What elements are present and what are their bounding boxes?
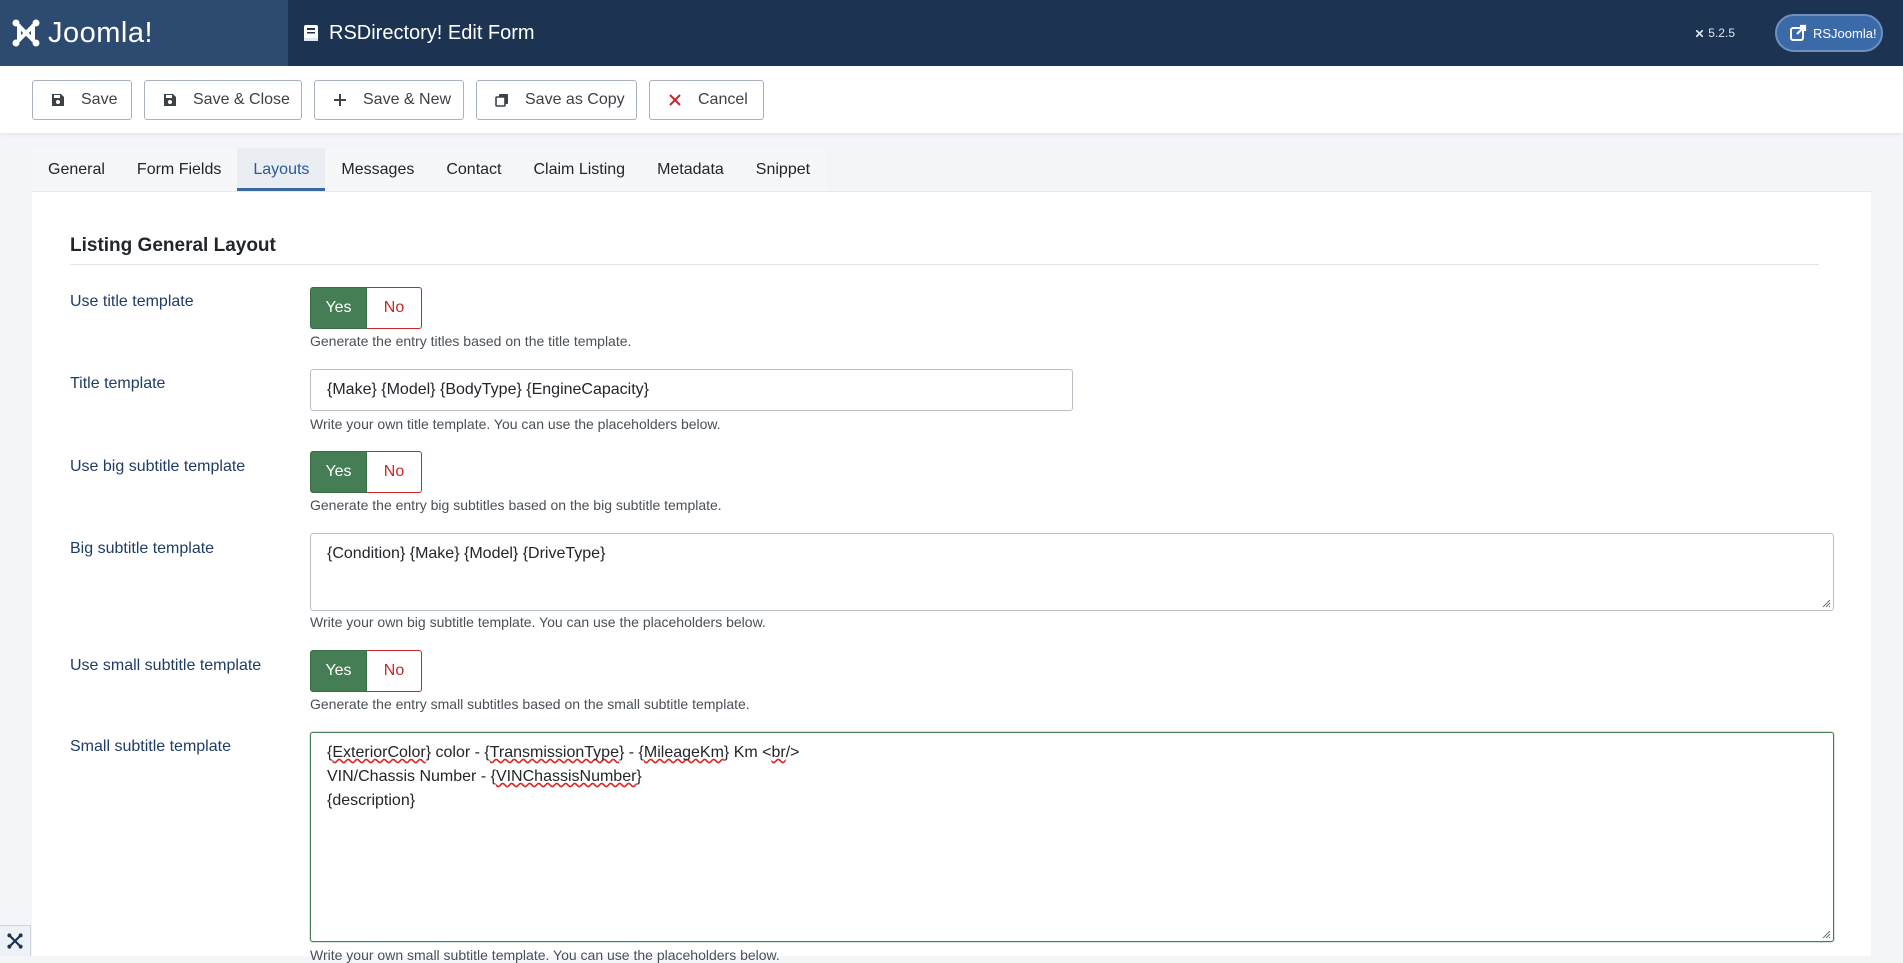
save-new-button[interactable]: Save & New [314, 80, 464, 120]
small-subtitle-line-2: VIN/Chassis Number - {VINChassisNumber} [327, 768, 642, 785]
save-icon [51, 93, 65, 107]
top-header: Joomla! RSDirectory! Edit Form 5.2.5 RSJ… [0, 0, 1903, 66]
page-title-text: RSDirectory! Edit Form [329, 21, 535, 44]
tab-messages[interactable]: Messages [325, 148, 431, 191]
use-big-subtitle-yes[interactable]: Yes [310, 451, 367, 493]
tab-general[interactable]: General [32, 148, 121, 191]
use-title-toggle: Yes No [310, 287, 422, 329]
title-template-desc: Write your own title template. You can u… [310, 416, 721, 432]
tab-form-fields[interactable]: Form Fields [120, 148, 238, 191]
save-button[interactable]: Save [32, 80, 132, 120]
big-subtitle-template-desc: Write your own big subtitle template. Yo… [310, 614, 766, 630]
save-close-label: Save & Close [193, 91, 290, 108]
book-icon [304, 25, 318, 41]
logo-text: Joomla! [48, 16, 154, 49]
use-big-subtitle-desc: Generate the entry big subtitles based o… [310, 497, 722, 513]
small-subtitle-template-textarea[interactable]: {ExteriorColor} color - {TransmissionTyp… [310, 732, 1834, 942]
title-template-label: Title template [70, 375, 166, 392]
use-title-desc: Generate the entry titles based on the t… [310, 333, 632, 349]
use-small-subtitle-label: Use small subtitle template [70, 657, 262, 674]
save-copy-label: Save as Copy [525, 91, 625, 108]
small-subtitle-line-3: {description} [327, 792, 416, 809]
joomla-logo-icon [12, 19, 40, 47]
copy-icon [495, 93, 509, 107]
joomla-corner-button[interactable] [0, 925, 31, 956]
tab-metadata[interactable]: Metadata [641, 148, 740, 191]
tab-contact[interactable]: Contact [430, 148, 518, 191]
plus-icon [333, 93, 347, 107]
joomla-small-icon [1696, 29, 1704, 37]
joomla-logo[interactable]: Joomla! [0, 0, 288, 66]
big-subtitle-template-label: Big subtitle template [70, 540, 215, 557]
cancel-label: Cancel [698, 91, 748, 108]
save-close-button[interactable]: Save & Close [144, 80, 302, 120]
tab-layouts[interactable]: Layouts [237, 148, 326, 191]
small-subtitle-template-label: Small subtitle template [70, 738, 231, 755]
use-small-subtitle-desc: Generate the entry small subtitles based… [310, 696, 750, 712]
site-link-button[interactable]: RSJoomla! [1775, 14, 1883, 52]
use-small-subtitle-no[interactable]: No [367, 650, 422, 692]
big-subtitle-template-textarea[interactable]: {Condition} {Make} {Model} {DriveType} [310, 533, 1834, 611]
use-big-subtitle-no[interactable]: No [367, 451, 422, 493]
save-label: Save [81, 91, 118, 108]
external-link-icon [1790, 24, 1807, 41]
use-small-subtitle-toggle: Yes No [310, 650, 422, 692]
cancel-button[interactable]: Cancel [649, 80, 764, 120]
resize-handle-icon[interactable] [1821, 598, 1831, 608]
resize-handle-icon[interactable] [1821, 929, 1831, 939]
title-template-value: {Make} {Model} {BodyType} {EngineCapacit… [327, 381, 650, 398]
section-title: Listing General Layout [70, 235, 276, 256]
use-small-subtitle-yes[interactable]: Yes [310, 650, 367, 692]
toolbar: Save Save & Close Save & New Save as Cop… [0, 66, 1903, 133]
small-subtitle-line-1: {ExteriorColor} color - {TransmissionTyp… [327, 744, 800, 761]
save-new-label: Save & New [363, 91, 452, 108]
big-subtitle-template-value: {Condition} {Make} {Model} {DriveType} [327, 545, 606, 562]
use-big-subtitle-label: Use big subtitle template [70, 458, 246, 475]
section-divider [70, 264, 1819, 265]
use-big-subtitle-toggle: Yes No [310, 451, 422, 493]
user-label: RSJoomla! [1813, 25, 1877, 41]
save-copy-button[interactable]: Save as Copy [476, 80, 637, 120]
tab-snippet[interactable]: Snippet [739, 148, 827, 191]
use-title-yes[interactable]: Yes [310, 287, 367, 329]
version-indicator: 5.2.5 [1694, 0, 1735, 66]
joomla-small-icon [7, 933, 23, 949]
save-icon [163, 93, 177, 107]
version-text: 5.2.5 [1708, 26, 1735, 40]
use-title-no[interactable]: No [367, 287, 422, 329]
title-template-input[interactable]: {Make} {Model} {BodyType} {EngineCapacit… [310, 369, 1073, 411]
close-icon [668, 93, 682, 107]
tab-claim-listing[interactable]: Claim Listing [517, 148, 642, 191]
page-title: RSDirectory! Edit Form [303, 0, 535, 66]
small-subtitle-template-desc: Write your own small subtitle template. … [310, 947, 780, 963]
layouts-panel: Listing General Layout Use title templat… [32, 191, 1871, 963]
tab-bar: General Form Fields Layouts Messages Con… [32, 148, 827, 191]
use-title-label: Use title template [70, 293, 194, 310]
